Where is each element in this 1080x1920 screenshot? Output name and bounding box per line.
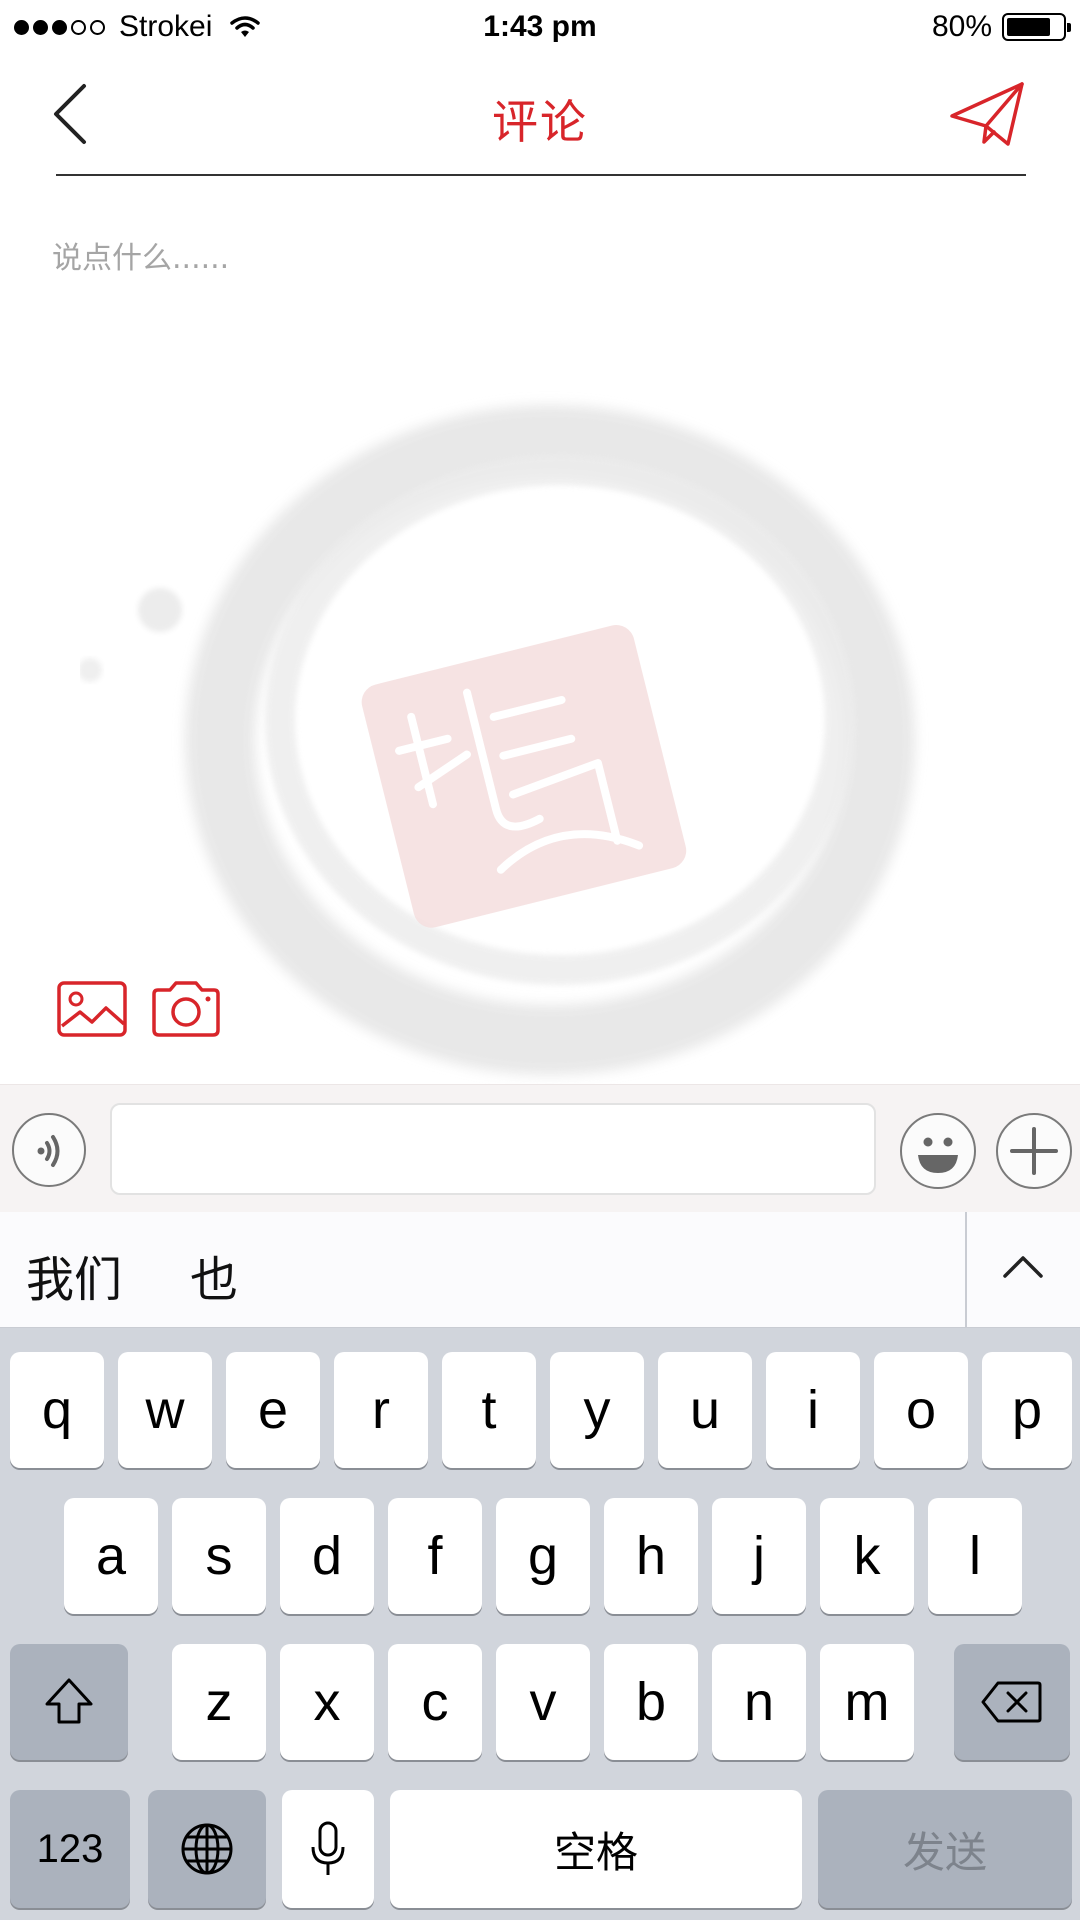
key-s[interactable]: s bbox=[172, 1498, 266, 1614]
key-b[interactable]: b bbox=[604, 1644, 698, 1760]
candidate-word[interactable]: 也 bbox=[190, 1240, 238, 1310]
key-o[interactable]: o bbox=[874, 1352, 968, 1468]
key-u[interactable]: u bbox=[658, 1352, 752, 1468]
send-comment-button[interactable] bbox=[948, 78, 1028, 150]
globe-icon bbox=[181, 1823, 233, 1875]
key-v[interactable]: v bbox=[496, 1644, 590, 1760]
nav-divider bbox=[56, 174, 1026, 176]
dictation-key[interactable] bbox=[282, 1790, 374, 1908]
microphone-icon bbox=[311, 1821, 345, 1875]
plus-icon bbox=[1010, 1127, 1058, 1175]
more-options-button[interactable] bbox=[996, 1113, 1072, 1189]
camera-button[interactable] bbox=[150, 980, 222, 1038]
key-y[interactable]: y bbox=[550, 1352, 644, 1468]
delete-key[interactable] bbox=[954, 1644, 1070, 1760]
candidate-word[interactable]: 我们 bbox=[26, 1240, 122, 1310]
key-z[interactable]: z bbox=[172, 1644, 266, 1760]
key-f[interactable]: f bbox=[388, 1498, 482, 1614]
space-key[interactable]: 空格 bbox=[390, 1790, 802, 1908]
key-t[interactable]: t bbox=[442, 1352, 536, 1468]
key-a[interactable]: a bbox=[64, 1498, 158, 1614]
voice-icon bbox=[37, 1135, 60, 1167]
send-key[interactable]: 发送 bbox=[818, 1790, 1072, 1908]
key-c[interactable]: c bbox=[388, 1644, 482, 1760]
camera-icon bbox=[152, 981, 220, 1037]
key-h[interactable]: h bbox=[604, 1498, 698, 1614]
voice-input-button[interactable] bbox=[12, 1113, 86, 1187]
key-k[interactable]: k bbox=[820, 1498, 914, 1614]
key-n[interactable]: n bbox=[712, 1644, 806, 1760]
status-right: 80% bbox=[931, 10, 1071, 44]
key-p[interactable]: p bbox=[982, 1352, 1072, 1468]
key-e[interactable]: e bbox=[226, 1352, 320, 1468]
ime-candidate-bar: 我们 也 bbox=[0, 1212, 1080, 1328]
chat-input-bar bbox=[0, 1084, 1080, 1212]
nav-bar: 评论 bbox=[0, 56, 1080, 176]
chat-text-field[interactable] bbox=[110, 1103, 876, 1195]
key-q[interactable]: q bbox=[10, 1352, 104, 1468]
chevron-up-icon bbox=[1003, 1256, 1043, 1278]
page-title: 评论 bbox=[492, 96, 588, 148]
add-image-button[interactable] bbox=[56, 980, 128, 1038]
smiley-icon bbox=[918, 1137, 958, 1173]
comment-screen: Strokei 1:43 pm 80% 评论 说点什么...... 我们 也 q… bbox=[0, 0, 1080, 1920]
battery-icon bbox=[1002, 13, 1071, 41]
key-i[interactable]: i bbox=[766, 1352, 860, 1468]
key-w[interactable]: w bbox=[118, 1352, 212, 1468]
globe-key[interactable] bbox=[148, 1790, 266, 1908]
key-j[interactable]: j bbox=[712, 1498, 806, 1614]
paper-plane-icon bbox=[950, 82, 1024, 146]
keyboard: q w e r t y u i o p a s d f g h j k l z … bbox=[0, 1328, 1080, 1920]
status-bar: Strokei 1:43 pm 80% bbox=[0, 0, 1080, 56]
battery-level bbox=[1007, 18, 1051, 36]
battery-percent: 80% bbox=[931, 10, 992, 43]
image-icon bbox=[57, 981, 127, 1037]
key-d[interactable]: d bbox=[280, 1498, 374, 1614]
status-time: 1:43 pm bbox=[483, 10, 597, 43]
comment-input[interactable] bbox=[52, 228, 1032, 288]
shift-key[interactable] bbox=[10, 1644, 128, 1760]
backspace-icon bbox=[981, 1681, 1042, 1723]
key-m[interactable]: m bbox=[820, 1644, 914, 1760]
expand-candidates-button[interactable] bbox=[967, 1212, 1080, 1328]
shift-arrow-icon bbox=[45, 1678, 93, 1724]
key-g[interactable]: g bbox=[496, 1498, 590, 1614]
key-r[interactable]: r bbox=[334, 1352, 428, 1468]
media-actions bbox=[56, 980, 222, 1038]
emoji-button[interactable] bbox=[900, 1113, 976, 1189]
key-x[interactable]: x bbox=[280, 1644, 374, 1760]
numbers-key[interactable]: 123 bbox=[10, 1790, 130, 1908]
key-l[interactable]: l bbox=[928, 1498, 1022, 1614]
